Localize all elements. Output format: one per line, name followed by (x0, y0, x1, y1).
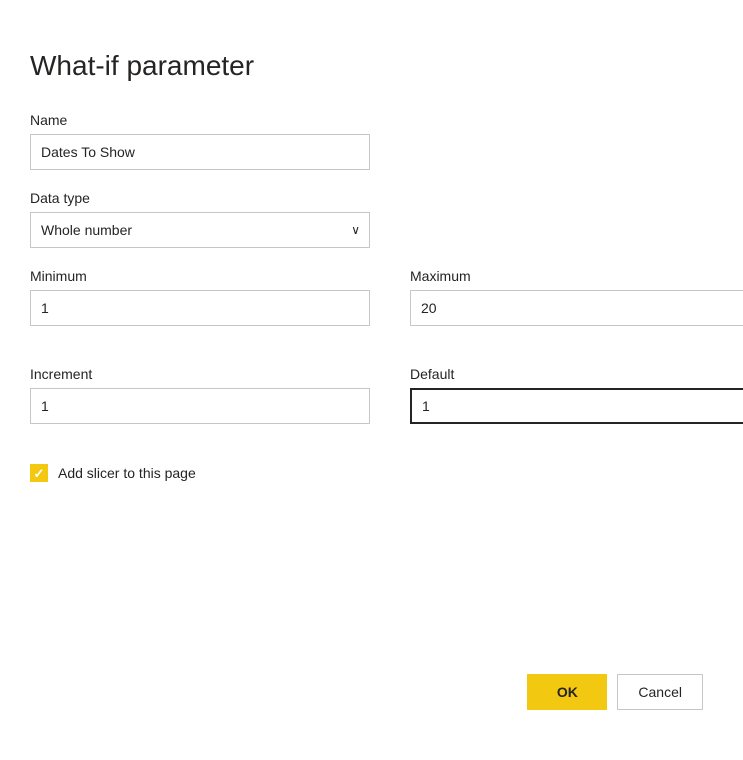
data-type-select[interactable]: Whole number Decimal number Fixed decima… (30, 212, 370, 248)
min-max-row: Minimum Maximum (30, 268, 703, 346)
name-label: Name (30, 112, 703, 128)
default-label: Default (410, 366, 743, 382)
increment-field-group: Increment (30, 366, 370, 424)
default-col: Default (410, 366, 743, 444)
dialog-title: What-if parameter (30, 50, 703, 82)
name-input[interactable] (30, 134, 370, 170)
minimum-label: Minimum (30, 268, 370, 284)
add-slicer-label: Add slicer to this page (58, 465, 196, 481)
what-if-dialog: What-if parameter Name Data type Whole n… (0, 20, 743, 740)
add-slicer-row: ✓ Add slicer to this page (30, 464, 703, 482)
minimum-field-group: Minimum (30, 268, 370, 326)
checkmark-icon: ✓ (34, 467, 45, 480)
name-field-group: Name (30, 112, 703, 170)
maximum-col: Maximum (410, 268, 743, 346)
ok-button[interactable]: OK (527, 674, 607, 710)
cancel-button[interactable]: Cancel (617, 674, 703, 710)
default-input[interactable] (410, 388, 743, 424)
default-field-group: Default (410, 366, 743, 424)
increment-label: Increment (30, 366, 370, 382)
add-slicer-checkbox[interactable]: ✓ (30, 464, 48, 482)
minimum-col: Minimum (30, 268, 370, 346)
data-type-field-group: Data type Whole number Decimal number Fi… (30, 190, 703, 248)
maximum-input[interactable] (410, 290, 743, 326)
dialog-footer: OK Cancel (527, 674, 703, 710)
maximum-label: Maximum (410, 268, 743, 284)
increment-default-row: Increment Default (30, 366, 703, 444)
data-type-select-wrapper: Whole number Decimal number Fixed decima… (30, 212, 370, 248)
minimum-input[interactable] (30, 290, 370, 326)
increment-col: Increment (30, 366, 370, 444)
data-type-label: Data type (30, 190, 703, 206)
maximum-field-group: Maximum (410, 268, 743, 326)
increment-input[interactable] (30, 388, 370, 424)
